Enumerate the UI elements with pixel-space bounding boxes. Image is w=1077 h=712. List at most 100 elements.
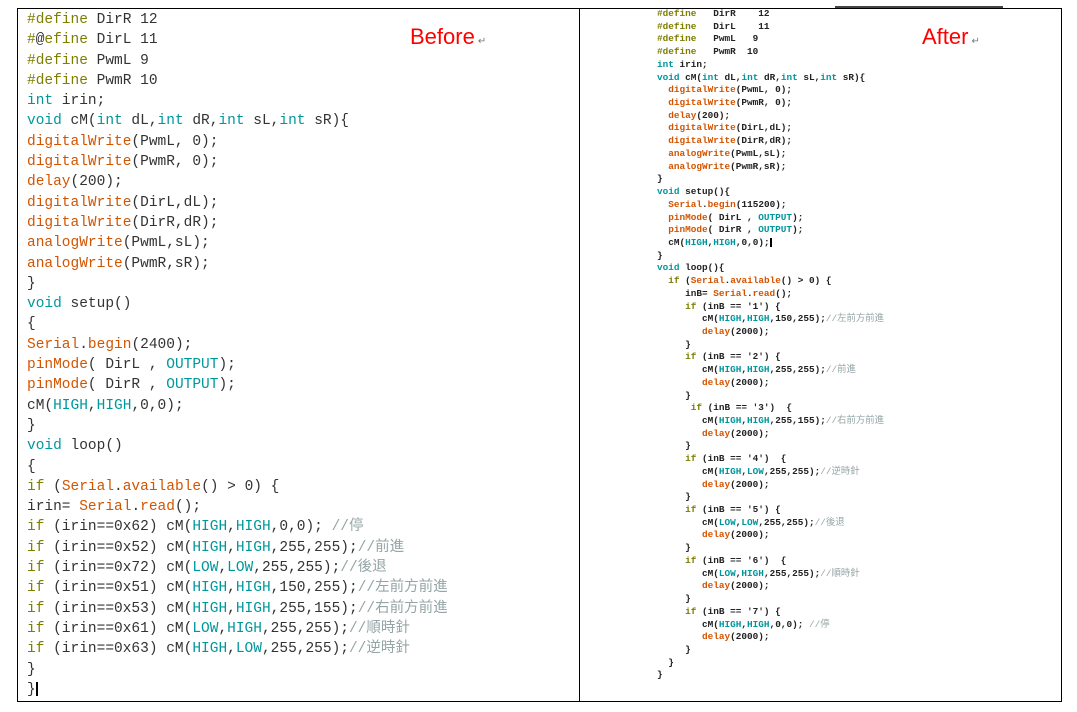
- before-code-panel[interactable]: #define DirR 12 #@efine DirL 11 #define Pw…: [27, 10, 448, 700]
- code-token: (: [679, 275, 691, 287]
- code-token: cM(: [61, 113, 97, 130]
- code-token: LOW: [718, 516, 736, 528]
- code-token: PwmL 9: [87, 52, 149, 69]
- code-token: dR,: [758, 71, 781, 83]
- code-line: void setup(){: [657, 186, 884, 199]
- code-token: void: [657, 262, 680, 274]
- code-line: void cM(int dL,int dR,int sL,int sR){: [27, 111, 448, 131]
- code-line: }: [27, 660, 448, 680]
- code-token: delay: [702, 478, 731, 490]
- code-token: );: [792, 224, 804, 236]
- code-line: }: [657, 491, 884, 504]
- code-token: if: [27, 560, 45, 577]
- code-token: (irin==0x63) cM(: [44, 641, 193, 658]
- code-line: delay(2000);: [657, 580, 884, 593]
- code-token: efine: [44, 32, 88, 49]
- code-token: (inB == '3') {: [702, 402, 793, 414]
- code-line: void loop(): [27, 436, 448, 456]
- code-token: //後退: [814, 516, 845, 528]
- code-token: (PwmL,sL);: [122, 235, 210, 252]
- code-line: #@efine DirL 11: [27, 30, 448, 50]
- code-token: loop(): [61, 438, 123, 455]
- code-token: int: [820, 71, 838, 83]
- code-line: digitalWrite(DirL,dL);: [27, 193, 448, 213]
- code-token: (2000);: [730, 325, 770, 337]
- code-token: sL,: [244, 113, 280, 130]
- after-code-panel[interactable]: #define DirR 12 #define DirL 11 #define Pw…: [657, 8, 884, 682]
- code-token: if: [27, 620, 45, 637]
- code-line: }: [657, 339, 884, 352]
- code-token: ,: [227, 641, 236, 658]
- code-line: }: [657, 669, 884, 682]
- code-line: Serial.begin(115200);: [657, 199, 884, 212]
- code-token: (irin==0x72) cM(: [44, 560, 193, 577]
- code-line: #define DirR 12: [27, 10, 448, 30]
- code-line: #define PwmR 10: [657, 46, 884, 59]
- code-token: digitalWrite: [27, 133, 132, 150]
- code-token: void: [657, 186, 680, 198]
- code-line: delay(2000);: [657, 479, 884, 492]
- code-token: (inB == '4') {: [696, 453, 787, 465]
- code-line: if (inB == '3') {: [657, 402, 884, 415]
- code-token: void: [27, 113, 62, 130]
- code-line: digitalWrite(DirL,dL);: [657, 122, 884, 135]
- code-token: LOW: [747, 465, 764, 477]
- code-token: cM(: [27, 397, 54, 414]
- code-token: read: [140, 499, 175, 516]
- code-line: }: [657, 390, 884, 403]
- code-token: inB=: [657, 287, 714, 299]
- code-token: delay: [702, 631, 731, 643]
- code-token: }: [27, 417, 36, 434]
- code-token: ,0,0);: [735, 236, 770, 248]
- code-token: }: [657, 491, 691, 503]
- code-token: analogWrite: [668, 147, 731, 159]
- code-token: //逆時針: [820, 465, 860, 477]
- code-line: digitalWrite(PwmL, 0);: [657, 84, 884, 97]
- code-token: int: [780, 71, 798, 83]
- code-token: }: [657, 593, 691, 605]
- code-token: cM(: [657, 465, 719, 477]
- code-token: );: [218, 377, 236, 394]
- code-token: HIGH: [718, 465, 742, 477]
- code-token: begin: [707, 198, 736, 210]
- code-line: digitalWrite(DirR,dR);: [27, 213, 448, 233]
- code-token: digitalWrite: [668, 97, 736, 109]
- code-token: (inB == '2') {: [696, 351, 781, 363]
- code-token: }: [657, 389, 691, 401]
- code-token: //停: [808, 618, 830, 630]
- code-token: //前進: [825, 364, 856, 376]
- code-token: #define: [27, 52, 88, 69]
- code-token: }: [657, 173, 663, 185]
- code-line: if (inB == '6') {: [657, 555, 884, 568]
- code-line: if (irin==0x63) cM(HIGH,LOW,255,255);//逆…: [27, 639, 448, 659]
- code-token: dR,: [183, 113, 219, 130]
- code-token: //逆時針: [348, 641, 410, 658]
- code-token: irin;: [53, 93, 106, 110]
- code-token: (2000);: [730, 631, 770, 643]
- code-token: dL,: [122, 113, 158, 130]
- code-token: .: [79, 336, 88, 353]
- code-line: pinMode( DirR , OUTPUT);: [657, 224, 884, 237]
- code-token: HIGH: [747, 618, 770, 630]
- code-token: void: [657, 71, 680, 83]
- after-label-text: After: [922, 24, 969, 49]
- code-token: if: [668, 275, 680, 287]
- code-line: cM(HIGH,HIGH,0,0); //停: [657, 619, 884, 632]
- code-token: OUTPUT: [166, 357, 219, 374]
- code-token: HIGH: [713, 236, 736, 248]
- code-token: ,: [227, 580, 236, 597]
- code-token: if: [690, 402, 703, 414]
- code-line: #define DirR 12: [657, 8, 884, 21]
- code-token: (PwmR, 0);: [735, 97, 793, 109]
- code-line: }: [657, 542, 884, 555]
- code-token: irin;: [673, 58, 708, 70]
- code-token: HIGH: [192, 539, 228, 556]
- code-token: (2000);: [730, 529, 770, 541]
- code-token: cM(: [657, 516, 719, 528]
